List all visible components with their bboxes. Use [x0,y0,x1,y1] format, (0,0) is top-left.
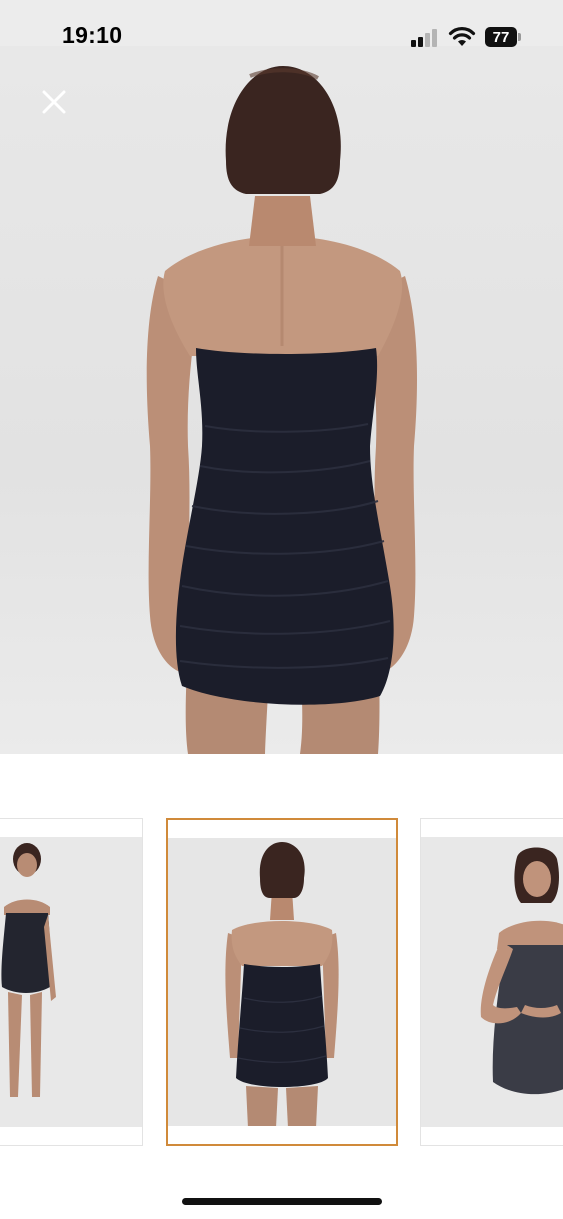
status-time: 19:10 [62,22,123,48]
thumbnail-side-photo [421,837,563,1127]
model-back-view-photo [146,66,417,754]
thumbnail-back-view[interactable] [166,818,398,1146]
thumbnail-front-view[interactable] [0,818,143,1146]
thumbnail-back-photo [168,838,396,1126]
thumbnail-strip [0,818,563,1150]
battery-level: 77 [492,29,510,46]
main-product-image[interactable] [0,46,563,754]
signal-icon [411,29,441,47]
close-icon[interactable] [38,86,70,118]
battery-icon: 77 [485,27,521,47]
thumbnail-front-photo [0,837,142,1127]
status-bar: 19:10 77 [0,0,563,48]
wifi-icon [448,27,476,46]
home-indicator[interactable] [182,1198,382,1205]
thumbnail-side-view[interactable] [420,818,563,1146]
